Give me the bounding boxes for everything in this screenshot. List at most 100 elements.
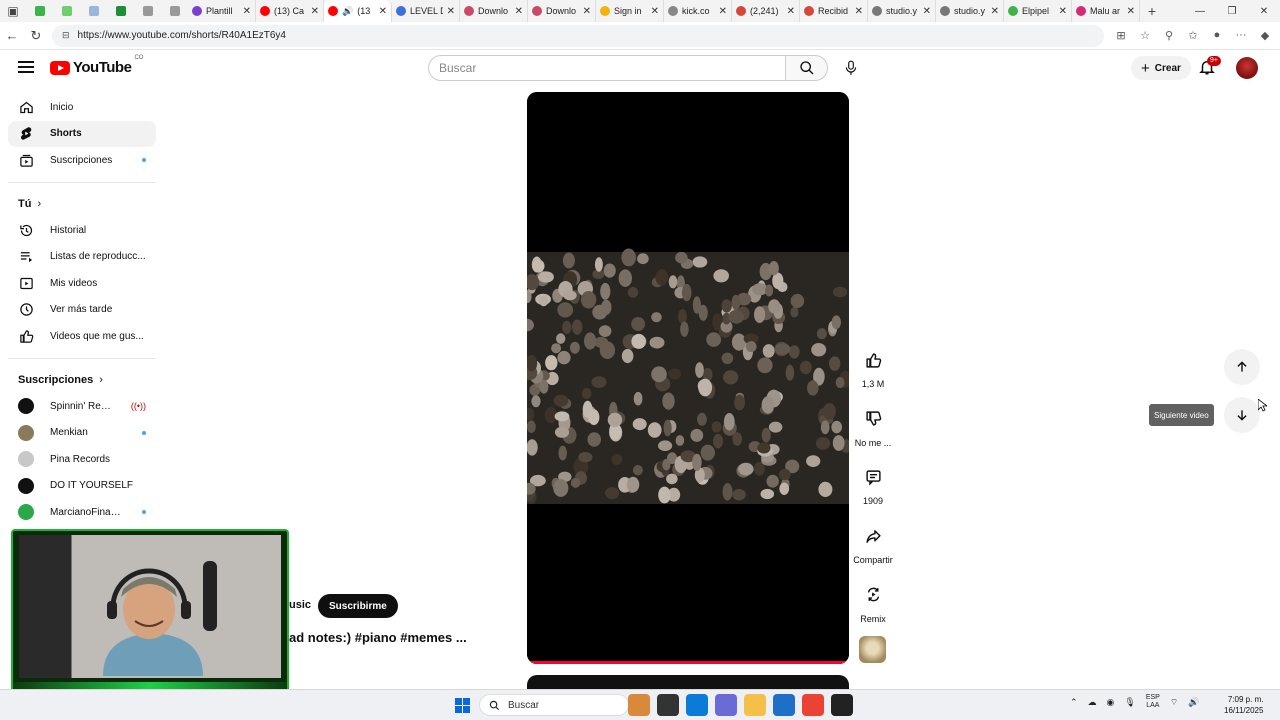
short-channel-name[interactable]: usic [289,599,311,611]
taskbar-app-icon[interactable] [802,694,824,716]
volume-icon[interactable]: 🔊 [1188,697,1199,708]
sidebar-item-historial[interactable]: Historial [8,217,156,244]
extensions-icon[interactable]: ⚲ [1160,29,1178,42]
sidebar-item-do-it-yourself[interactable]: DO IT YOURSELF [8,473,156,500]
next-short-preview[interactable] [527,675,849,689]
tab-actions-icon[interactable]: ▣ [0,0,26,22]
sidebar-item-mis-videos[interactable]: Mis videos [8,270,156,297]
sidebar-item-menkian[interactable]: Menkian [8,419,156,446]
close-tab-icon[interactable]: ✕ [855,6,863,17]
taskbar-app-icon[interactable] [657,694,679,716]
browser-tab[interactable]: Downlo ✕ [460,0,528,22]
browser-tab[interactable]: (2,241) ✕ [732,0,800,22]
short-title[interactable]: ad notes:) #piano #memes ... [289,630,467,645]
taskbar-app-icon[interactable] [773,694,795,716]
sidebar-you-header[interactable]: Tú › [8,191,156,217]
start-button[interactable] [455,698,470,713]
pinned-tab[interactable] [134,0,161,22]
sidebar-subscriptions-header[interactable]: Suscripciones › [8,367,156,393]
new-tab-button[interactable]: + [1140,3,1164,19]
browser-tab[interactable]: Recibid ✕ [800,0,868,22]
video-progress-bar[interactable] [527,661,849,664]
taskbar-app-icon[interactable] [831,694,853,716]
close-tab-icon[interactable]: ✕ [243,6,251,17]
restore-icon[interactable]: ❐ [1216,6,1248,17]
sidebar-item-videos-que-me-gus[interactable]: Videos que me gus... [8,323,156,350]
back-icon[interactable]: ← [0,28,24,43]
previous-video-button[interactable] [1224,349,1260,385]
taskbar-app-icon[interactable] [628,694,650,716]
browser-tab[interactable]: LEVEL D ✕ [392,0,460,22]
reload-icon[interactable]: ↻ [24,28,48,44]
sound-thumbnail[interactable] [859,636,886,663]
notifications-button[interactable]: 9+ [1198,56,1221,78]
speaker-icon[interactable]: 🔊 [342,6,353,17]
voice-search-button[interactable] [838,55,864,81]
search-input[interactable] [428,55,786,81]
close-tab-icon[interactable]: ✕ [447,6,455,17]
close-tab-icon[interactable]: ✕ [719,6,727,17]
short-video-player[interactable] [527,92,849,664]
browser-tab[interactable]: Plantill ✕ [188,0,256,22]
close-tab-icon[interactable]: ✕ [583,6,591,17]
sidebar-item-pina-records[interactable]: Pina Records [8,446,156,473]
chevron-up-icon[interactable]: ⌃ [1070,697,1078,708]
sidebar-item-marcianofinanzas[interactable]: MarcianoFinanzas [8,499,156,526]
browser-tab[interactable]: Downlo ✕ [528,0,596,22]
close-tab-icon[interactable]: ✕ [379,6,387,17]
pinned-tab[interactable] [80,0,107,22]
taskbar-search[interactable]: Buscar [479,694,629,716]
system-clock[interactable]: 7:09 p. m. 16/11/2025 [1224,694,1263,716]
close-tab-icon[interactable]: ✕ [787,6,795,17]
profile-icon[interactable]: ● [1208,29,1226,42]
sidebar-item-ver-m-s-tarde[interactable]: Ver más tarde [8,297,156,324]
close-tab-icon[interactable]: ✕ [515,6,523,17]
close-tab-icon[interactable]: ✕ [311,6,319,17]
browser-tab[interactable]: studio.y ✕ [936,0,1004,22]
more-menu-icon[interactable]: ··· [1232,29,1250,42]
remix-button[interactable] [856,578,890,612]
mic-tray-icon[interactable]: 🎙 [1124,697,1135,708]
browser-tab[interactable]: Elpipel ✕ [1004,0,1072,22]
wifi-icon[interactable]: ⌔ [1170,697,1178,708]
account-avatar[interactable] [1236,57,1258,79]
network-app-icon[interactable]: ☁ [1088,697,1097,708]
browser-tab[interactable]: (13) Ca ✕ [256,0,324,22]
browser-tab[interactable]: 🔊 (13 ✕ [324,0,392,22]
share-button[interactable] [856,519,890,553]
minimize-icon[interactable]: — [1184,6,1216,17]
sidebar-item-inicio[interactable]: Inicio [8,94,156,121]
pinned-tab[interactable] [26,0,53,22]
url-field[interactable]: ⊟ https://www.youtube.com/shorts/R40A1Ez… [52,24,1104,47]
menu-icon[interactable] [18,61,34,73]
close-tab-icon[interactable]: ✕ [923,6,931,17]
site-info-icon[interactable]: ⊟ [62,30,70,41]
browser-tab[interactable]: studio.y ✕ [868,0,936,22]
pinned-tab[interactable] [107,0,134,22]
close-tab-icon[interactable]: ✕ [991,6,999,17]
browser-tab[interactable]: kick.co ✕ [664,0,732,22]
pinned-tab[interactable] [53,0,80,22]
browser-tab[interactable]: Sign in ✕ [596,0,664,22]
youtube-logo[interactable]: YouTube CO [50,55,143,76]
sidebar-item-shorts[interactable]: Shorts [8,120,156,148]
sidebar-item-suscripciones[interactable]: Suscripciones [8,147,156,174]
close-window-icon[interactable]: ✕ [1248,6,1280,17]
close-tab-icon[interactable]: ✕ [1059,6,1067,17]
close-tab-icon[interactable]: ✕ [651,6,659,17]
language-indicator[interactable]: ESP LAA [1146,694,1160,710]
next-video-button[interactable] [1224,397,1260,433]
favorite-star-icon[interactable]: ☆ [1136,29,1154,42]
taskbar-app-icon[interactable] [744,694,766,716]
taskbar-app-icon[interactable] [715,694,737,716]
favorites-icon[interactable]: ✩ [1184,29,1202,42]
copilot-icon[interactable]: ◆ [1256,29,1274,42]
comment-button[interactable] [856,460,890,494]
close-tab-icon[interactable]: ✕ [1127,6,1135,17]
dislike-button[interactable] [856,402,890,436]
sidebar-item-spinnin-records[interactable]: Spinnin' Records ((•)) [8,393,156,420]
like-button[interactable] [856,343,890,377]
sidebar-item-listas-de-reproducc[interactable]: Listas de reproducc... [8,243,156,270]
browser-tab[interactable]: Malu ar ✕ [1072,0,1140,22]
subscribe-button[interactable]: Suscribirme [318,594,398,618]
